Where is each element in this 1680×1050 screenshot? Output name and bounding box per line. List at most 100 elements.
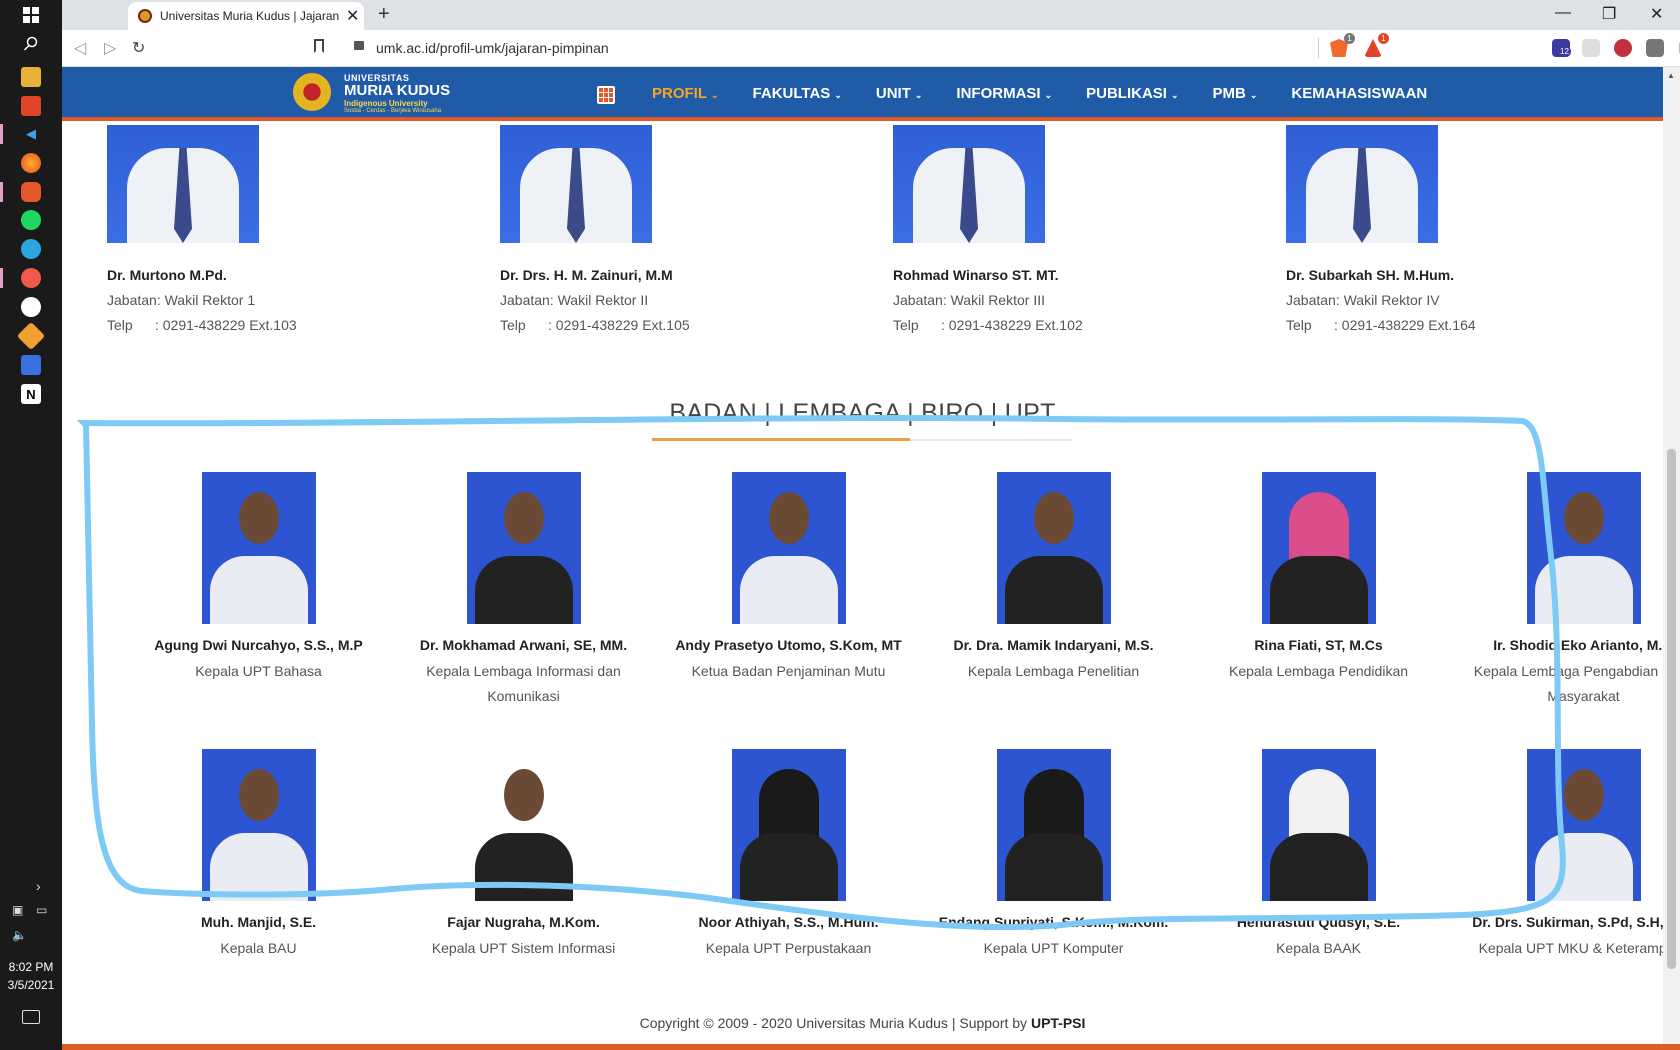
firefox-icon[interactable] bbox=[21, 153, 41, 173]
member-role: Kepala UPT Komputer bbox=[983, 940, 1124, 956]
page-content: Dr. Murtono M.Pd. Jabatan: Wakil Rektor … bbox=[62, 125, 1663, 1050]
browser-tab-bar: Universitas Muria Kudus | Jajaran ✕ + — … bbox=[62, 0, 1680, 30]
rektor-name: Rohmad Winarso ST. MT. bbox=[893, 267, 1059, 283]
notification-icon[interactable] bbox=[22, 1010, 40, 1024]
new-tab-icon[interactable]: + bbox=[378, 3, 390, 26]
member-photo bbox=[1261, 472, 1376, 624]
back-icon[interactable]: ◁ bbox=[74, 38, 86, 58]
member-card: Muh. Manjid, S.E. Kepala BAU bbox=[126, 749, 391, 961]
close-tab-icon[interactable]: ✕ bbox=[346, 6, 359, 26]
spotify-icon[interactable] bbox=[21, 210, 41, 230]
brave-icon[interactable] bbox=[21, 182, 41, 202]
divider bbox=[1318, 38, 1319, 58]
telegram-icon[interactable] bbox=[21, 239, 41, 259]
member-name: Hendrastuti Qudsyi, S.E. bbox=[1236, 914, 1401, 930]
nav-item-unit[interactable]: UNIT ⌄ bbox=[876, 85, 923, 102]
bookmark-icon[interactable] bbox=[314, 39, 324, 53]
rektor-photo bbox=[893, 125, 1045, 243]
nav-item-profil[interactable]: PROFIL ⌄ bbox=[652, 85, 719, 102]
member-role: Kepala Lembaga Pengabdian pada Masyaraka… bbox=[1473, 663, 1663, 704]
logo-text: MURIA KUDUS bbox=[344, 82, 451, 99]
display-icon[interactable]: ▭ bbox=[36, 903, 47, 917]
rektor-photo bbox=[1286, 125, 1438, 243]
member-role: Kepala Lembaga Pendidikan bbox=[1228, 663, 1409, 679]
member-role: Kepala UPT Sistem Informasi bbox=[431, 940, 616, 956]
member-photo bbox=[201, 472, 316, 624]
member-name: Ir. Shodiq Eko Arianto, M.P. bbox=[1493, 637, 1663, 653]
close-window-icon[interactable]: ✕ bbox=[1650, 4, 1663, 24]
scroll-thumb[interactable] bbox=[1667, 449, 1676, 969]
rektor-phone: Telp: 0291-438229 Ext.105 bbox=[500, 317, 690, 333]
file-explorer-icon[interactable] bbox=[21, 67, 41, 87]
notion-icon[interactable]: N bbox=[21, 384, 41, 404]
extension-icon[interactable] bbox=[1646, 39, 1664, 57]
nav-item-publikasi[interactable]: PUBLIKASI ⌄ bbox=[1086, 85, 1178, 102]
rewards-badge: 1 bbox=[1378, 33, 1389, 44]
member-card: Agung Dwi Nurcahyo, S.S., M.P Kepala UPT… bbox=[126, 472, 391, 684]
volume-icon[interactable]: 🔈 bbox=[12, 928, 27, 942]
member-photo bbox=[996, 472, 1111, 624]
member-card: Endang Supriyati, S.Kom., M.Kom. Kepala … bbox=[921, 749, 1186, 961]
restore-icon[interactable]: ❐ bbox=[1602, 4, 1616, 24]
rektor-photo bbox=[500, 125, 652, 243]
nav-item-informasi[interactable]: INFORMASI ⌄ bbox=[956, 85, 1052, 102]
network-icon[interactable]: ▣ bbox=[12, 903, 23, 917]
rektor-name: Dr. Murtono M.Pd. bbox=[107, 267, 227, 283]
app-icon[interactable] bbox=[16, 321, 46, 351]
lock-icon[interactable] bbox=[354, 41, 364, 50]
rektor-phone: Telp: 0291-438229 Ext.102 bbox=[893, 317, 1083, 333]
member-role: Kepala Lembaga Informasi dan Komunikasi bbox=[426, 663, 621, 704]
scroll-up-icon[interactable]: ▲ bbox=[1667, 71, 1675, 80]
minimize-icon[interactable]: — bbox=[1555, 4, 1571, 22]
extension-icon[interactable] bbox=[1582, 39, 1600, 57]
member-photo bbox=[731, 472, 846, 624]
rektor-card: Rohmad Winarso ST. MT. Jabatan: Wakil Re… bbox=[893, 125, 1083, 333]
member-role: Kepala BAU bbox=[220, 940, 297, 956]
clock-time[interactable]: 8:02 PM bbox=[0, 960, 62, 974]
university-logo[interactable] bbox=[293, 73, 331, 111]
clock-date[interactable]: 3/5/2021 bbox=[0, 978, 62, 992]
member-photo bbox=[201, 749, 316, 901]
member-name: Noor Athiyah, S.S., M.Hum. bbox=[698, 914, 879, 930]
windows-taskbar: ◀ N › ▣ ▭ 🔈 8:02 PM 3/5/2021 bbox=[0, 0, 62, 1050]
app-icon[interactable] bbox=[21, 297, 41, 317]
app-icon[interactable] bbox=[21, 96, 41, 116]
member-role: Ketua Badan Penjaminan Mutu bbox=[691, 663, 886, 679]
vscode-icon[interactable]: ◀ bbox=[21, 124, 41, 144]
chevron-right-icon[interactable]: › bbox=[36, 878, 41, 894]
rektor-card: Dr. Drs. H. M. Zainuri, M.M Jabatan: Wak… bbox=[500, 125, 690, 333]
forward-icon[interactable]: ▷ bbox=[104, 38, 116, 58]
app-icon[interactable] bbox=[21, 268, 41, 288]
rektor-phone: Telp: 0291-438229 Ext.103 bbox=[107, 317, 297, 333]
member-name: Dr. Drs. Sukirman, S.Pd, S.H, M.M bbox=[1472, 914, 1663, 930]
member-card: Fajar Nugraha, M.Kom. Kepala UPT Sistem … bbox=[391, 749, 656, 961]
apps-grid-icon[interactable] bbox=[597, 86, 615, 104]
url-field[interactable]: umk.ac.id/profil-umk/jajaran-pimpinan bbox=[376, 40, 609, 56]
member-role: Kepala UPT MKU & Keterampilan bbox=[1478, 940, 1663, 956]
nav-item-pmb[interactable]: PMB ⌄ bbox=[1213, 85, 1258, 102]
site-header: UNIVERSITAS MURIA KUDUS Indigenous Unive… bbox=[62, 67, 1663, 121]
rektor-card: Dr. Murtono M.Pd. Jabatan: Wakil Rektor … bbox=[107, 125, 297, 333]
extension-icon[interactable] bbox=[1614, 39, 1632, 57]
puzzle-icon[interactable] bbox=[1679, 42, 1680, 54]
support-link[interactable]: UPT-PSI bbox=[1031, 1015, 1085, 1031]
member-photo bbox=[466, 749, 581, 901]
browser-tab[interactable]: Universitas Muria Kudus | Jajaran ✕ bbox=[128, 2, 364, 30]
nav-item-fakultas[interactable]: FAKULTAS ⌄ bbox=[753, 85, 842, 102]
member-name: Andy Prasetyo Utomo, S.Kom, MT bbox=[675, 637, 902, 653]
scrollbar[interactable]: ▲ bbox=[1663, 67, 1680, 1050]
member-card: Dr. Mokhamad Arwani, SE, MM. Kepala Lemb… bbox=[391, 472, 656, 709]
member-name: Fajar Nugraha, M.Kom. bbox=[447, 914, 600, 930]
reload-icon[interactable]: ↻ bbox=[132, 38, 145, 58]
windows-start-icon[interactable] bbox=[21, 5, 41, 25]
rektor-phone: Telp: 0291-438229 Ext.164 bbox=[1286, 317, 1476, 333]
member-card: Hendrastuti Qudsyi, S.E. Kepala BAAK bbox=[1186, 749, 1451, 961]
member-photo bbox=[731, 749, 846, 901]
rektor-name: Dr. Drs. H. M. Zainuri, M.M bbox=[500, 267, 673, 283]
member-role: Kepala UPT Bahasa bbox=[195, 663, 322, 679]
logo-motto: Sosba - Cerdas - Berjiwa Wirausaha bbox=[344, 108, 442, 114]
rektor-position: Jabatan: Wakil Rektor III bbox=[893, 292, 1045, 308]
app-icon[interactable] bbox=[21, 355, 41, 375]
search-icon[interactable] bbox=[21, 34, 41, 54]
nav-item-kemahasiswaan[interactable]: KEMAHASISWAAN bbox=[1291, 85, 1427, 102]
